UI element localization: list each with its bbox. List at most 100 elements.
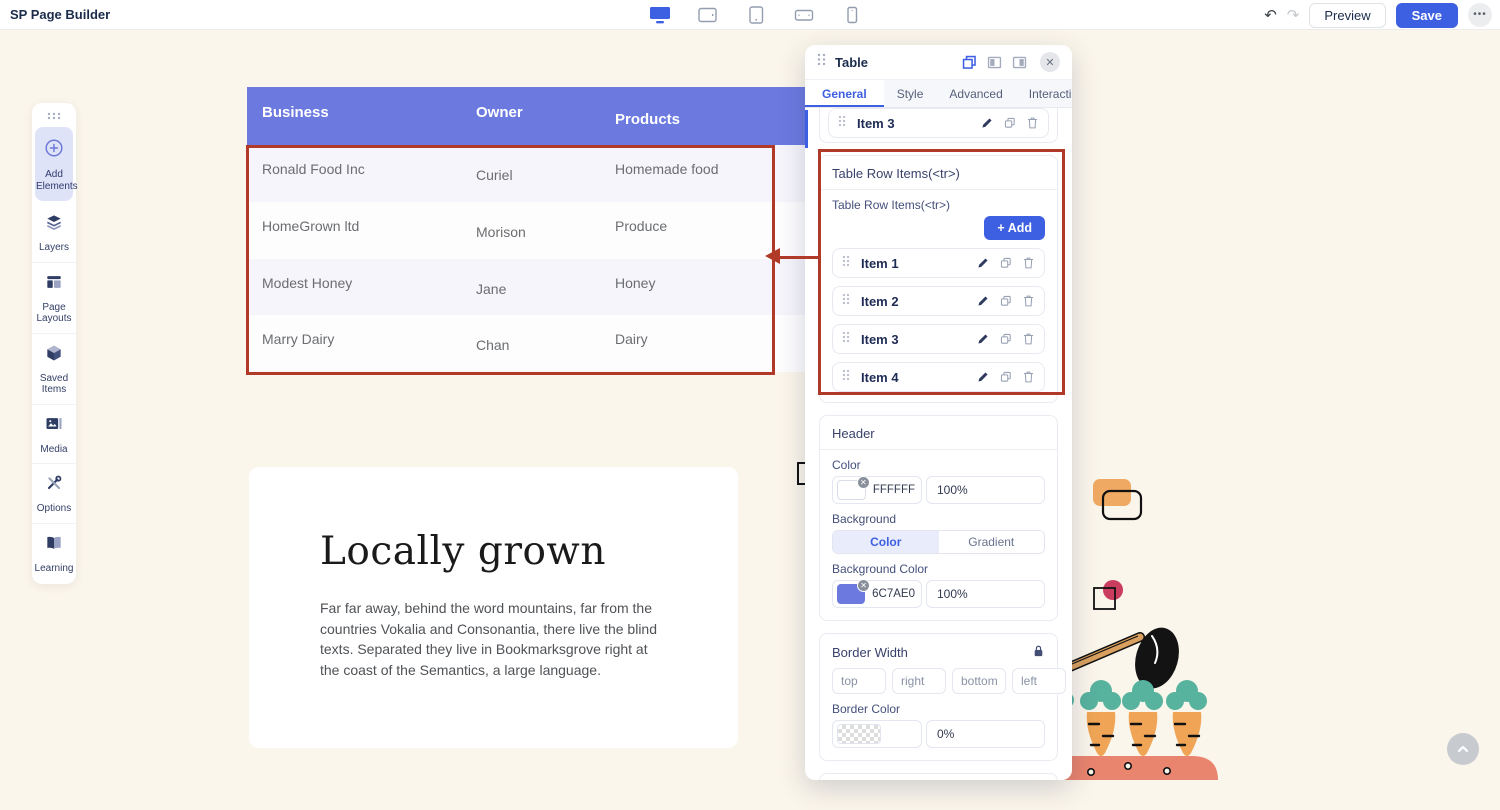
sidebar-item-layers[interactable]: Layers [32,203,76,263]
repeater-item[interactable]: Item 4 [832,362,1045,392]
duplicate-icon[interactable] [999,294,1013,308]
item-drag-handle-icon[interactable] [842,330,850,348]
sidebar-item-media[interactable]: Media [32,405,76,465]
background-mode-gradient[interactable]: Gradient [939,531,1045,553]
sidebar-item-page-layouts[interactable]: Page Layouts [32,263,76,334]
dock-right-icon[interactable] [1011,54,1028,71]
page-builder-app: SP Page Builder ↶ ↷ Preview Save ••• [0,0,1500,810]
device-desktop-icon[interactable] [648,5,672,25]
tab-general[interactable]: General [805,80,884,107]
table-row-items-section: Table Row Items(<tr>) Table Row Items(<t… [819,155,1058,403]
duplicate-icon[interactable] [999,332,1013,346]
plus-circle-icon [43,146,65,163]
color-opacity-input[interactable]: 100% [926,476,1045,504]
repeater-item[interactable]: Item 3 [828,108,1049,138]
sidebar-item-label: Saved Items [34,373,74,396]
background-mode-toggle: Color Gradient [832,530,1045,554]
table-cell: Morison [476,202,615,259]
color-picker[interactable] [832,720,922,748]
device-mobile-portrait-icon[interactable] [840,5,864,25]
field-label: Border Color [832,702,1045,716]
sidebar-item-options[interactable]: Options [32,464,76,524]
repeater-item[interactable]: Item 3 [832,324,1045,354]
redo-icon[interactable]: ↷ [1287,8,1300,23]
layers-icon [44,219,64,236]
border-top-input[interactable] [832,668,886,694]
repeater-item[interactable]: Item 2 [832,286,1045,316]
edit-pencil-icon[interactable] [976,332,990,346]
color-swatch[interactable] [837,724,881,744]
tab-advanced[interactable]: Advanced [936,80,1015,107]
clear-color-icon[interactable]: ✕ [857,476,870,489]
edit-pencil-icon[interactable] [976,256,990,270]
close-icon[interactable]: ✕ [1040,52,1060,72]
color-picker[interactable]: ✕ 6C7AE0 [832,580,922,608]
tab-interaction[interactable]: Interaction [1016,80,1072,107]
item-drag-handle-icon[interactable] [838,114,846,132]
panel-scroll-indicator[interactable] [805,110,808,148]
sidebar-item-label: Add Elements [36,169,72,192]
sidebar-drag-handle-icon[interactable] [32,103,76,125]
table-row: Modest Honey Jane Honey [247,259,805,316]
table-cell: Marry Dairy [247,315,476,372]
sidebar-item-saved-items[interactable]: Saved Items [32,334,76,405]
color-opacity-input[interactable]: 100% [926,580,1045,608]
undo-icon[interactable]: ↶ [1264,8,1277,23]
more-options-button[interactable]: ••• [1468,3,1492,27]
text-block-card[interactable]: Locally grown Far far away, behind the w… [249,467,738,748]
color-opacity-input[interactable]: 0% [926,720,1045,748]
panel-drag-handle-icon[interactable] [817,53,826,71]
scroll-to-top-button[interactable] [1447,733,1479,765]
color-swatch[interactable]: ✕ [837,480,866,500]
sidebar-item-learning[interactable]: Learning [32,524,76,583]
color-picker[interactable]: ✕ FFFFFF [832,476,922,504]
item-drag-handle-icon[interactable] [842,254,850,272]
background-mode-color[interactable]: Color [833,531,939,553]
color-swatch[interactable]: ✕ [837,584,865,604]
section-heading: Table Row Items(<tr>) [820,166,1057,190]
device-tablet-portrait-icon[interactable] [744,5,768,25]
padding-section: Padding [819,773,1058,780]
delete-trash-icon[interactable] [1022,256,1035,270]
save-button[interactable]: Save [1396,3,1458,28]
panel-header: Table ✕ [805,45,1072,80]
device-mobile-landscape-icon[interactable] [792,5,816,25]
table-cell: Jane [476,259,615,316]
border-bottom-input[interactable] [952,668,1006,694]
delete-trash-icon[interactable] [1022,294,1035,308]
table-header-row: Business Owner Products [247,87,805,145]
item-drag-handle-icon[interactable] [842,292,850,310]
annotation-arrow-head [765,248,780,264]
delete-trash-icon[interactable] [1022,332,1035,346]
layout-icon [44,279,64,296]
delete-trash-icon[interactable] [1026,116,1039,130]
duplicate-icon[interactable] [999,370,1013,384]
edit-pencil-icon[interactable] [980,116,994,130]
device-tablet-landscape-icon[interactable] [696,5,720,25]
preview-button[interactable]: Preview [1309,3,1385,28]
add-item-button[interactable]: + Add [984,216,1045,240]
tab-style[interactable]: Style [884,80,937,107]
canvas-table[interactable]: Business Owner Products Ronald Food Inc … [247,87,805,372]
delete-trash-icon[interactable] [1022,370,1035,384]
header-background-color-field: ✕ 6C7AE0 100% [832,580,1045,608]
item-label: Item 3 [857,116,980,131]
sidebar-item-label: Layers [34,242,74,254]
border-right-input[interactable] [892,668,946,694]
lock-icon[interactable] [1032,644,1045,661]
edit-pencil-icon[interactable] [976,370,990,384]
item-label: Item 1 [861,256,976,271]
repeater-item[interactable]: Item 1 [832,248,1045,278]
sidebar-item-add-elements[interactable]: Add Elements [35,127,73,201]
border-left-input[interactable] [1012,668,1066,694]
clear-color-icon[interactable]: ✕ [857,579,870,592]
float-panel-icon[interactable] [961,54,978,71]
dock-left-icon[interactable] [986,54,1003,71]
item-drag-handle-icon[interactable] [842,368,850,386]
edit-pencil-icon[interactable] [976,294,990,308]
device-switcher [648,0,864,30]
annotation-arrow [779,256,819,259]
duplicate-icon[interactable] [1003,116,1017,130]
table-row: Marry Dairy Chan Dairy [247,315,805,372]
duplicate-icon[interactable] [999,256,1013,270]
